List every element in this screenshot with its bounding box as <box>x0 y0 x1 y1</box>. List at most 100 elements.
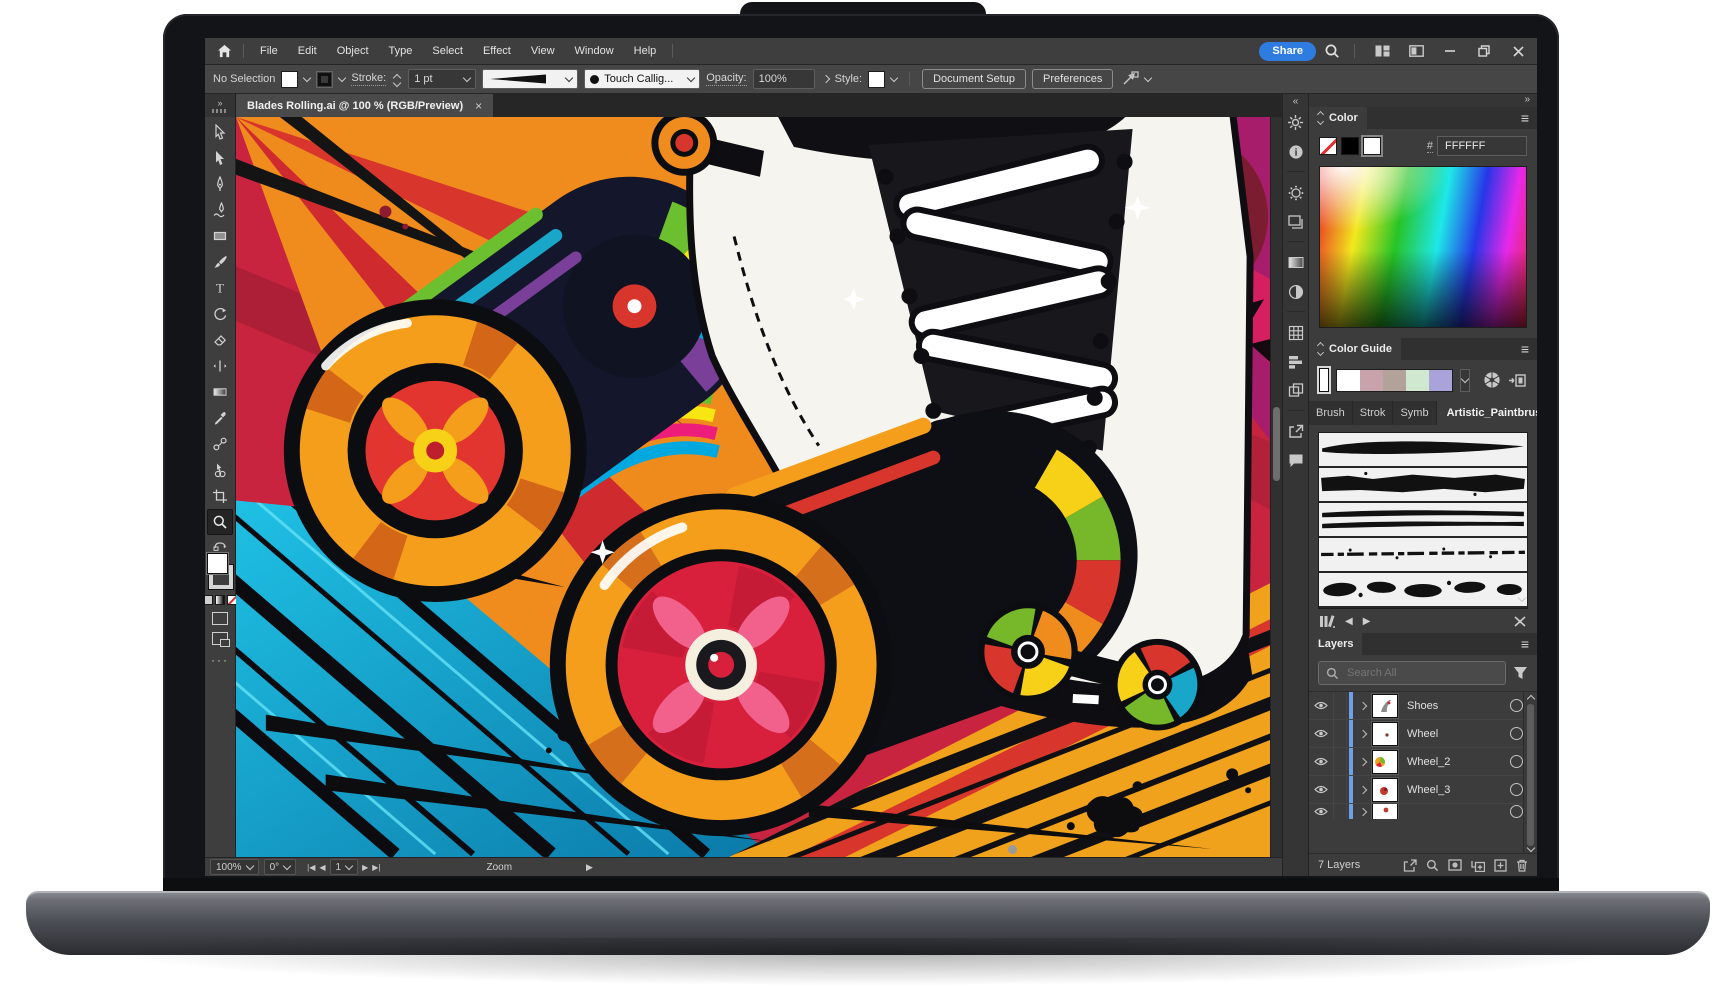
vertical-scroll-thumb[interactable] <box>1273 407 1280 481</box>
layer-name[interactable]: Wheel_2 <box>1407 756 1510 768</box>
preferences-button[interactable]: Preferences <box>1032 69 1114 89</box>
chevron-down-icon[interactable] <box>889 73 899 82</box>
brush-item[interactable] <box>1319 538 1527 571</box>
lock-column[interactable] <box>1334 804 1347 819</box>
visibility-eye-icon[interactable] <box>1309 720 1334 747</box>
white-swatch[interactable] <box>1363 137 1381 155</box>
tab-artistic-paintbrush[interactable]: Artistic_Paintbrush <box>1436 401 1537 425</box>
minimize-button[interactable] <box>1437 41 1463 61</box>
toolbar-collapse-header[interactable]: » <box>205 94 236 117</box>
layer-target-icon[interactable] <box>1510 727 1523 740</box>
layer-target-icon[interactable] <box>1510 805 1523 818</box>
color-adjust-panel-icon[interactable] <box>1284 178 1308 207</box>
rotation-select[interactable]: 0° <box>263 859 297 875</box>
workspace-switcher-icon[interactable] <box>1369 41 1395 61</box>
scroll-down-icon[interactable] <box>1517 592 1527 604</box>
vertical-scrollbar[interactable] <box>1270 117 1282 857</box>
pen-tool[interactable] <box>207 171 233 197</box>
width-tool[interactable] <box>207 353 233 379</box>
stroke-weight-stepper[interactable] <box>392 73 402 87</box>
layer-thumbnail[interactable] <box>1372 721 1398 746</box>
artboard-number-select[interactable]: 1 <box>329 859 359 875</box>
opacity-value[interactable]: 100% <box>752 69 815 89</box>
layer-target-icon[interactable] <box>1510 755 1523 768</box>
layer-row[interactable] <box>1309 804 1537 819</box>
layers-scrollbar[interactable] <box>1523 692 1537 853</box>
horizontal-scroll-thumb[interactable] <box>1008 845 1017 854</box>
variable-width-profile[interactable] <box>482 69 579 89</box>
shape-builder-tool[interactable] <box>207 457 233 483</box>
layer-row[interactable]: Wheel <box>1309 720 1537 748</box>
layer-row[interactable]: Wheel_3 <box>1309 776 1537 804</box>
assets-panel-icon[interactable] <box>1284 376 1308 405</box>
chevron-down-icon[interactable] <box>338 73 347 82</box>
artwork-canvas[interactable] <box>236 117 1282 857</box>
panel-menu-icon[interactable]: ≡ <box>1513 107 1537 129</box>
expand-chevron-icon[interactable] <box>1354 757 1372 766</box>
edit-colors-icon[interactable] <box>1508 373 1527 388</box>
harmony-swatch[interactable] <box>1383 369 1406 391</box>
visibility-eye-icon[interactable] <box>1309 776 1334 803</box>
expand-chevron-icon[interactable] <box>1354 785 1372 794</box>
harmony-swatch[interactable] <box>1406 369 1429 391</box>
align-panel-icon[interactable] <box>1284 347 1308 376</box>
last-artboard-button[interactable]: ▶| <box>372 863 380 872</box>
edit-toolbar-icon[interactable]: ··· <box>211 653 229 667</box>
paintbrush-tool[interactable] <box>207 249 233 275</box>
fill-color-swatch[interactable] <box>281 70 299 88</box>
selection-tool[interactable] <box>207 119 233 145</box>
layer-thumbnail[interactable] <box>1372 804 1398 819</box>
stroke-weight-label[interactable]: Stroke: <box>351 72 387 86</box>
arrange-documents-icon[interactable] <box>1403 41 1429 61</box>
delete-layer-icon[interactable] <box>1516 859 1528 872</box>
collapse-panels-icon[interactable]: « <box>1293 95 1299 108</box>
menu-edit[interactable]: Edit <box>288 38 327 64</box>
layer-name[interactable]: Wheel_3 <box>1407 784 1510 796</box>
stroke-color-swatch[interactable] <box>316 70 334 88</box>
swap-fill-stroke-icon[interactable] <box>213 541 227 551</box>
menu-effect[interactable]: Effect <box>473 38 521 64</box>
menu-object[interactable]: Object <box>327 38 379 64</box>
comments-panel-icon[interactable] <box>1284 446 1308 475</box>
color-spectrum-picker[interactable] <box>1319 166 1527 328</box>
gradient-tool[interactable] <box>207 379 233 405</box>
stroke-weight-value[interactable]: 1 pt <box>408 69 477 89</box>
tab-stroke[interactable]: Strok <box>1353 401 1394 425</box>
zoom-tool[interactable] <box>207 509 233 535</box>
lock-column[interactable] <box>1334 748 1347 775</box>
layer-name[interactable]: Wheel <box>1407 728 1510 740</box>
home-icon[interactable] <box>211 41 237 61</box>
chevron-down-icon[interactable] <box>303 73 312 82</box>
layer-target-icon[interactable] <box>1510 783 1523 796</box>
menu-window[interactable]: Window <box>565 38 624 64</box>
brush-libraries-icon[interactable] <box>1319 614 1335 628</box>
layer-row[interactable]: Wheel_2 <box>1309 748 1537 776</box>
layer-thumbnail[interactable] <box>1372 693 1398 718</box>
next-artboard-button[interactable]: ▶ <box>362 863 368 872</box>
tab-brushes[interactable]: Brush <box>1309 401 1353 425</box>
harmony-swatch[interactable] <box>1360 369 1383 391</box>
new-layer-icon[interactable] <box>1494 858 1507 872</box>
gradient-button[interactable] <box>215 595 225 605</box>
brush-item[interactable] <box>1319 573 1527 606</box>
expand-chevron-icon[interactable] <box>1354 701 1372 710</box>
eraser-tool[interactable] <box>207 327 233 353</box>
rectangle-tool[interactable] <box>207 223 233 249</box>
curvature-tool[interactable] <box>207 197 233 223</box>
visibility-eye-icon[interactable] <box>1309 692 1334 719</box>
collect-for-export-icon[interactable] <box>1403 858 1417 872</box>
harmony-swatch[interactable] <box>1337 369 1360 391</box>
blend-tool[interactable] <box>207 431 233 457</box>
export-panel-icon[interactable] <box>1284 417 1308 446</box>
remove-brush-stroke-icon[interactable] <box>1513 615 1527 628</box>
color-guide-panel-tab[interactable]: Color Guide <box>1309 338 1401 360</box>
layer-name[interactable]: Shoes <box>1407 700 1510 712</box>
chevron-down-icon[interactable] <box>1144 73 1153 82</box>
fill-stroke-indicator[interactable] <box>205 553 235 590</box>
lock-column[interactable] <box>1334 776 1347 803</box>
harmony-swatch[interactable] <box>1429 369 1452 391</box>
layer-thumbnail[interactable] <box>1372 749 1398 774</box>
status-expand-icon[interactable]: ▶ <box>586 862 593 873</box>
base-color-swatch[interactable] <box>1319 368 1329 392</box>
brush-definition[interactable]: Touch Callig... <box>584 69 701 89</box>
